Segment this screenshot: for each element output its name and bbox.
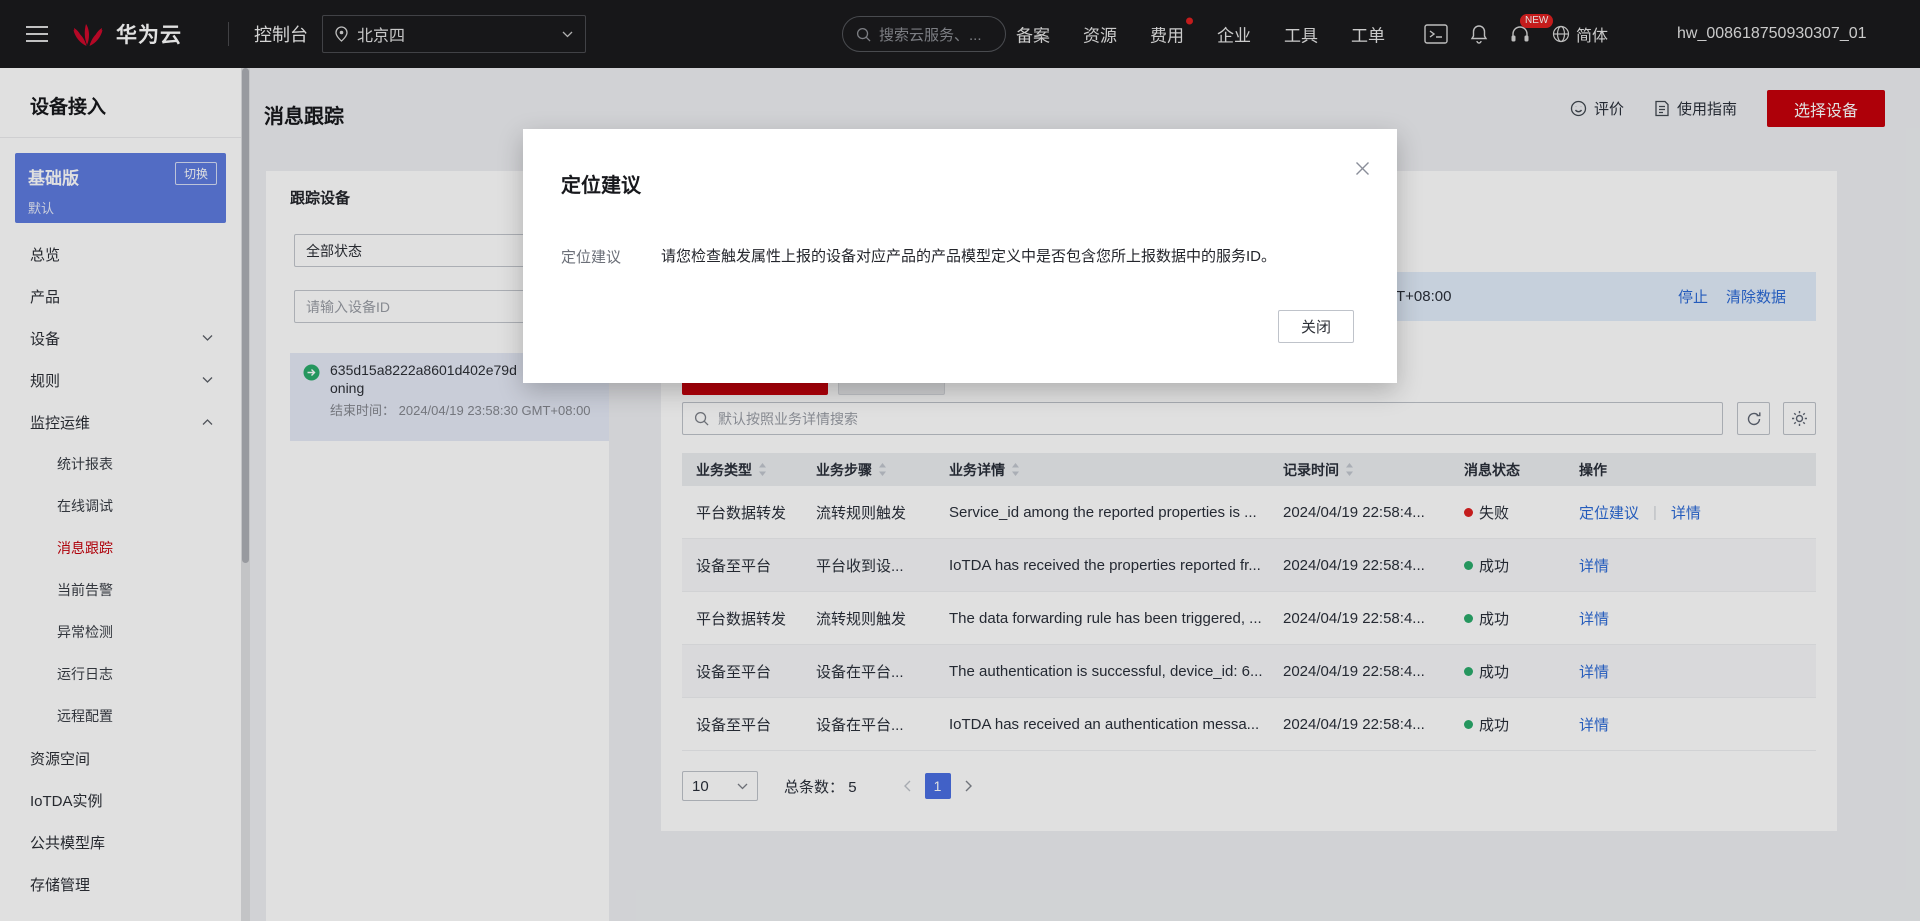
close-button[interactable]: 关闭 — [1278, 310, 1354, 343]
dialog-title: 定位建议 — [561, 169, 641, 198]
close-icon[interactable] — [1347, 153, 1377, 183]
dialog-field-label: 定位建议 — [561, 246, 621, 267]
locating-suggestion-dialog: 定位建议 定位建议 请您检查触发属性上报的设备对应产品的产品模型定义中是否包含您… — [523, 129, 1397, 383]
dialog-message: 请您检查触发属性上报的设备对应产品的产品模型定义中是否包含您所上报数据中的服务I… — [661, 246, 1357, 268]
